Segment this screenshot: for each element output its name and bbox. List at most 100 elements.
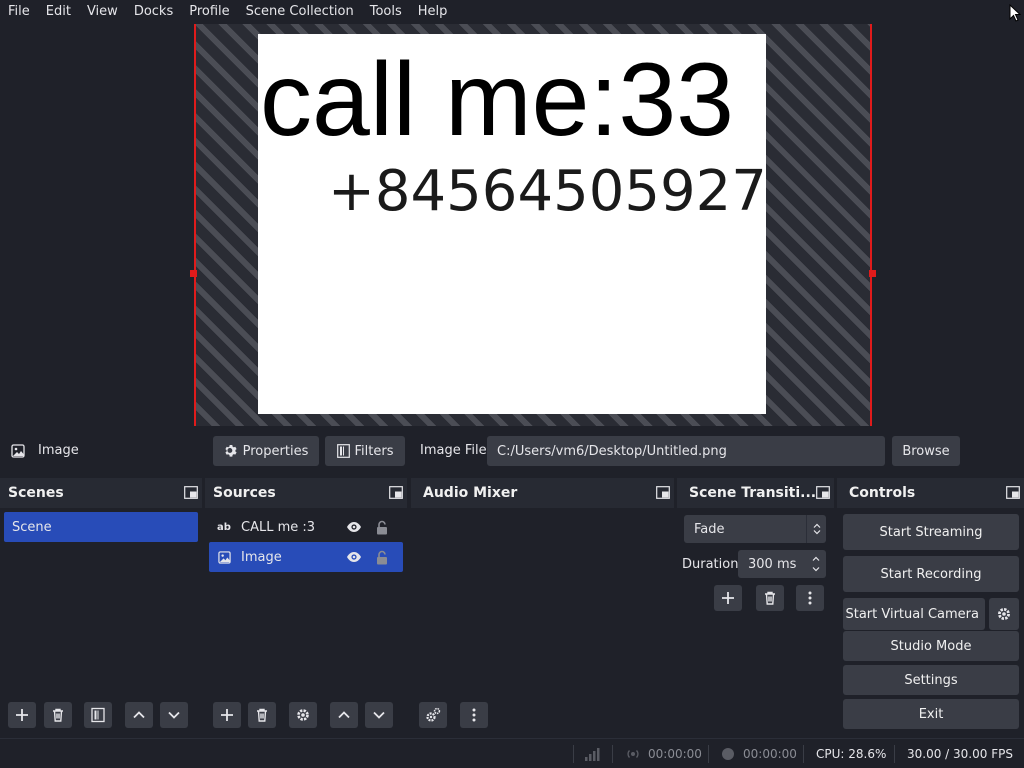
source-toolbar: Image Properties Filters Image File C:/U… <box>0 430 1024 472</box>
stream-status-icon <box>626 739 640 768</box>
advanced-audio-properties-button[interactable] <box>419 702 447 728</box>
move-source-down-button[interactable] <box>365 702 393 728</box>
gears-icon <box>426 707 441 722</box>
scenes-dock-header: Scenes <box>0 478 202 508</box>
transition-select[interactable]: Fade <box>684 515 826 543</box>
controls-dock: Controls Start Streaming Start Recording… <box>837 478 1024 734</box>
status-separator <box>803 745 804 763</box>
status-bar: 00:00:00 00:00:00 CPU: 28.6% 30.00 / 30.… <box>0 738 1024 768</box>
menu-file[interactable]: File <box>0 0 38 24</box>
duration-spinbox[interactable]: 300 ms <box>738 550 826 578</box>
sources-dock-header: Sources <box>205 478 407 508</box>
status-separator <box>708 745 709 763</box>
menu-scene-collection[interactable]: Scene Collection <box>238 0 362 24</box>
source-item-label: CALL me :3 <box>241 519 316 535</box>
add-scene-button[interactable] <box>8 702 36 728</box>
lock-icon[interactable] <box>373 548 391 566</box>
filter-icon <box>91 707 105 723</box>
image-source-icon <box>217 550 231 564</box>
chevron-down-icon <box>373 711 385 719</box>
preview-area[interactable]: call me:33 +84564505927 <box>0 24 1024 426</box>
menu-profile[interactable]: Profile <box>181 0 237 24</box>
remove-source-button[interactable] <box>248 702 276 728</box>
source-item-label: Image <box>241 549 282 565</box>
plus-icon <box>221 709 233 721</box>
scene-transitions-dock-header: Scene Transiti... <box>677 478 834 508</box>
add-source-button[interactable] <box>213 702 241 728</box>
controls-dock-header: Controls <box>837 478 1024 508</box>
visibility-eye-icon[interactable] <box>345 548 363 566</box>
virtual-camera-settings-button[interactable] <box>989 598 1019 630</box>
start-streaming-button[interactable]: Start Streaming <box>843 514 1019 550</box>
sources-title: Sources <box>213 485 276 501</box>
undock-icon[interactable] <box>184 486 198 499</box>
stream-time: 00:00:00 <box>648 747 702 761</box>
undock-icon[interactable] <box>389 486 403 499</box>
source-item-image[interactable]: Image <box>209 542 403 572</box>
vertical-dots-icon <box>808 591 812 605</box>
image-file-path-field[interactable]: C:/Users/vm6/Desktop/Untitled.png <box>487 436 885 466</box>
resize-handle-left[interactable] <box>190 270 197 277</box>
status-separator <box>894 745 895 763</box>
trash-icon <box>53 708 63 722</box>
move-scene-up-button[interactable] <box>125 702 153 728</box>
menu-docks[interactable]: Docks <box>126 0 181 24</box>
settings-button[interactable]: Settings <box>843 665 1019 695</box>
move-scene-down-button[interactable] <box>160 702 188 728</box>
trash-icon <box>765 591 775 605</box>
resize-handle-right[interactable] <box>869 270 876 277</box>
start-recording-button[interactable]: Start Recording <box>843 556 1019 592</box>
image-text-line-2: +84564505927 <box>328 159 766 224</box>
image-source-preview[interactable]: call me:33 +84564505927 <box>258 34 766 414</box>
properties-button[interactable]: Properties <box>213 436 319 466</box>
text-source-icon: ab <box>217 521 231 533</box>
visibility-eye-icon[interactable] <box>345 518 363 536</box>
cpu-usage: CPU: 28.6% <box>816 747 887 761</box>
image-file-label: Image File <box>420 443 487 458</box>
scenes-title: Scenes <box>8 485 64 501</box>
properties-label: Properties <box>242 443 309 459</box>
gear-icon <box>998 608 1010 620</box>
add-transition-button[interactable] <box>714 585 742 611</box>
status-separator <box>612 745 613 763</box>
controls-title: Controls <box>849 485 916 501</box>
status-separator <box>573 745 574 763</box>
undock-icon[interactable] <box>1006 486 1020 499</box>
menu-bar: File Edit View Docks Profile Scene Colle… <box>0 0 1024 24</box>
start-virtual-camera-button[interactable]: Start Virtual Camera <box>843 598 985 630</box>
remove-scene-button[interactable] <box>44 702 72 728</box>
undock-icon[interactable] <box>816 486 830 499</box>
plus-icon <box>16 709 28 721</box>
source-properties-button[interactable] <box>289 702 317 728</box>
scenes-dock: Scenes Scene <box>0 478 202 734</box>
source-item-text[interactable]: ab CALL me :3 <box>209 512 403 542</box>
sources-dock: Sources ab CALL me :3 Image <box>205 478 407 734</box>
fps-readout: 30.00 / 30.00 FPS <box>907 747 1013 761</box>
scene-transitions-title: Scene Transiti... <box>689 485 817 501</box>
filters-button[interactable]: Filters <box>325 436 405 466</box>
remove-transition-button[interactable] <box>756 585 784 611</box>
menu-help[interactable]: Help <box>410 0 456 24</box>
scene-filters-button[interactable] <box>84 702 112 728</box>
chevron-down-icon <box>168 711 180 719</box>
filters-label: Filters <box>354 443 394 459</box>
lock-icon[interactable] <box>373 518 391 536</box>
transition-menu-button[interactable] <box>796 585 824 611</box>
mouse-cursor-icon <box>1009 4 1021 22</box>
menu-edit[interactable]: Edit <box>38 0 79 24</box>
audio-mixer-title: Audio Mixer <box>423 485 518 501</box>
undock-icon[interactable] <box>656 486 670 499</box>
menu-tools[interactable]: Tools <box>362 0 410 24</box>
scene-item[interactable]: Scene <box>4 512 198 542</box>
spin-arrows-icon[interactable] <box>806 550 826 578</box>
audio-mixer-menu-button[interactable] <box>460 702 488 728</box>
studio-mode-button[interactable]: Studio Mode <box>843 631 1019 661</box>
image-text-line-1: call me:33 <box>260 42 734 158</box>
scenes-list: Scene <box>0 508 202 734</box>
browse-button[interactable]: Browse <box>892 436 960 466</box>
exit-button[interactable]: Exit <box>843 699 1019 729</box>
move-source-up-button[interactable] <box>330 702 358 728</box>
record-time: 00:00:00 <box>743 747 797 761</box>
menu-view[interactable]: View <box>79 0 126 24</box>
audio-mixer-body <box>411 508 674 734</box>
